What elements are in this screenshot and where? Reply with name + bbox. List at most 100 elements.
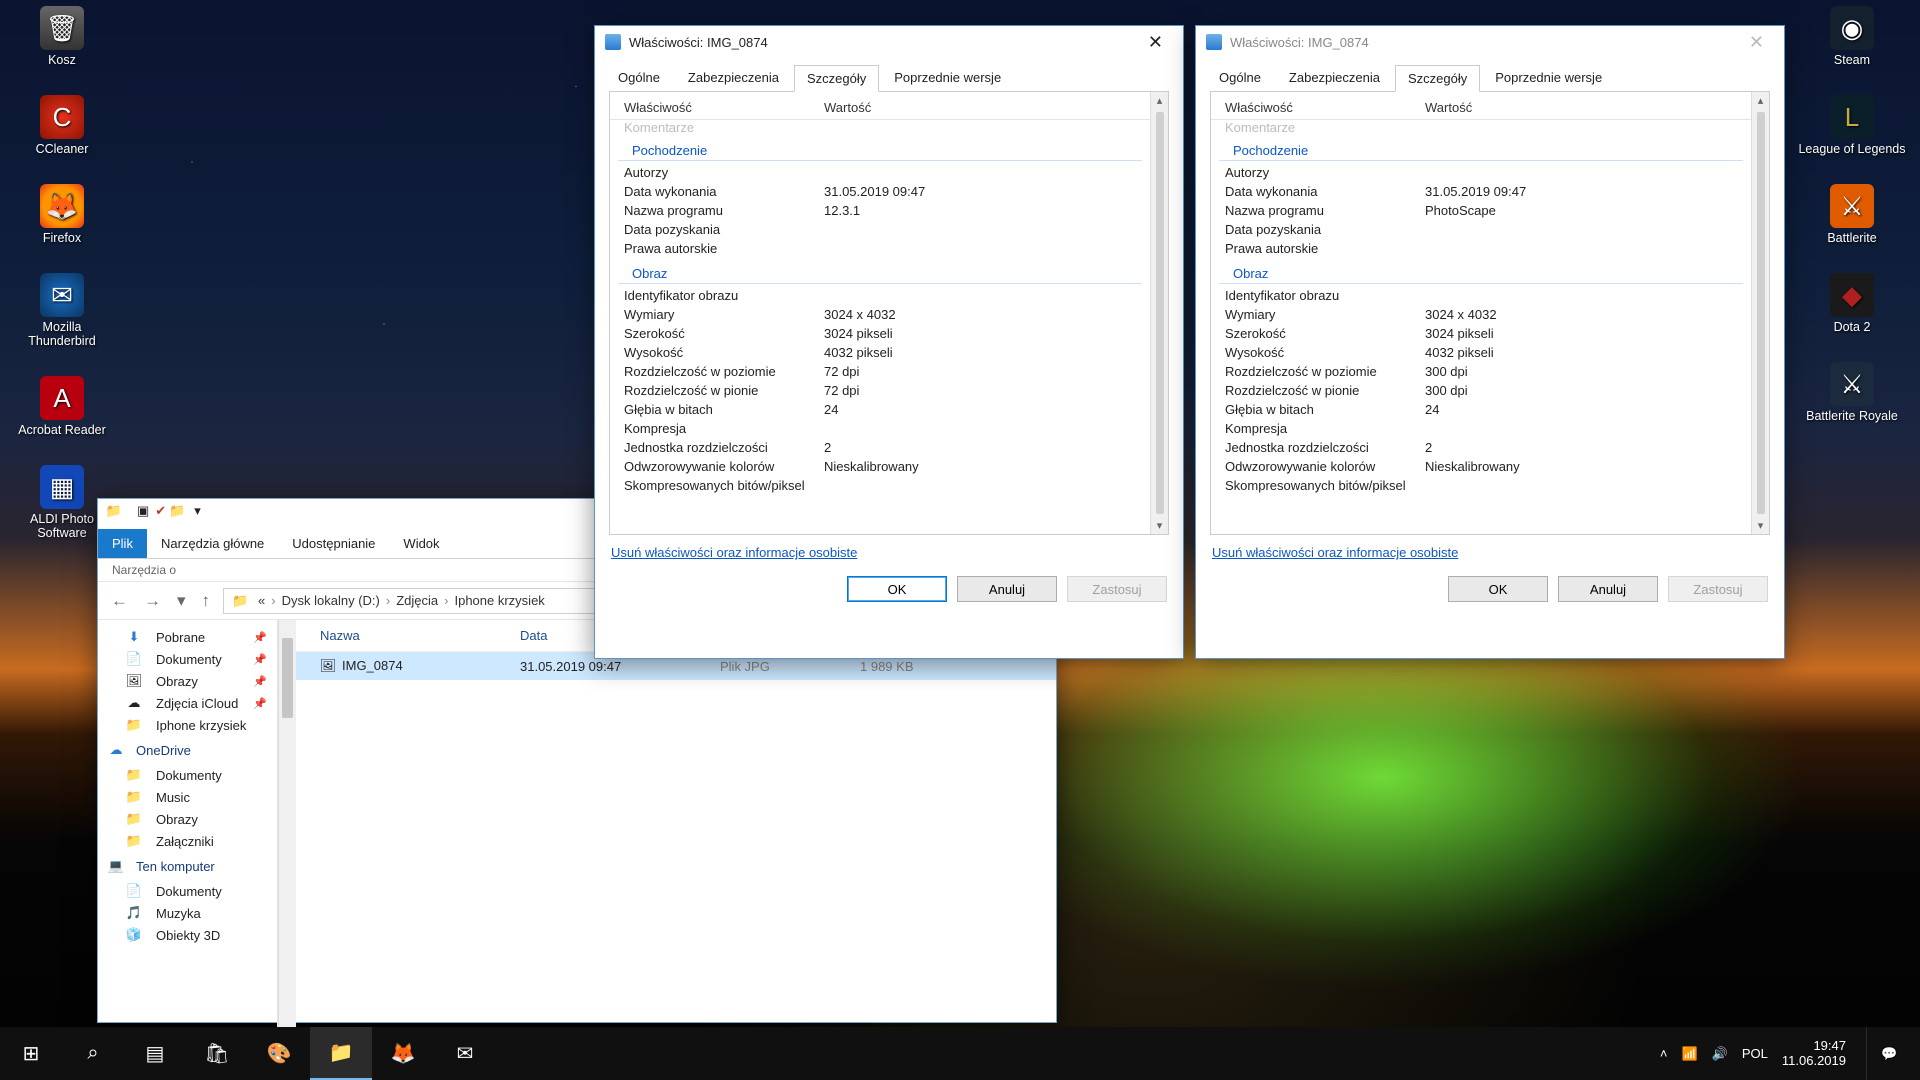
row-hres[interactable]: Rozdzielczość w poziomie300 dpi (1211, 362, 1751, 381)
nav-recent[interactable]: ▾ (174, 591, 189, 611)
row-image-id[interactable]: Identyfikator obrazu (1211, 286, 1751, 305)
cancel-button[interactable]: Anuluj (957, 576, 1057, 602)
quick-obrazy[interactable]: 🖼Obrazy📌 (98, 670, 277, 692)
row-copyright[interactable]: Prawa autorskie (610, 239, 1150, 258)
row-colormap[interactable]: Odwzorowywanie kolorówNieskalibrowany (1211, 457, 1751, 476)
tab-home[interactable]: Narzędzia główne (147, 529, 278, 558)
tab-share[interactable]: Udostępnianie (278, 529, 389, 558)
crumb[interactable]: Dysk lokalny (D:) (282, 593, 380, 608)
ok-button[interactable]: OK (1448, 576, 1548, 602)
close-icon[interactable]: ✕ (1739, 32, 1774, 53)
task-view-button[interactable]: ▤ (124, 1027, 186, 1080)
tab-security[interactable]: Zabezpieczenia (1276, 64, 1393, 91)
tab-security[interactable]: Zabezpieczenia (675, 64, 792, 91)
properties-scrollbar[interactable]: ▴▾ (1751, 92, 1769, 534)
pc-dokumenty[interactable]: 📄Dokumenty (98, 880, 277, 902)
taskbar-firefox[interactable]: 🦊 (372, 1027, 434, 1080)
row-acquired[interactable]: Data pozyskania (1211, 220, 1751, 239)
row-bitdepth[interactable]: Głębia w bitach24 (1211, 400, 1751, 419)
icon-lol[interactable]: LLeague of Legends (1796, 95, 1908, 156)
row-vres[interactable]: Rozdzielczość w pionie72 dpi (610, 381, 1150, 400)
nav-forward[interactable]: → (141, 591, 164, 611)
icon-battlerite-royale[interactable]: ⚔Battlerite Royale (1796, 362, 1908, 423)
row-copyright[interactable]: Prawa autorskie (1211, 239, 1751, 258)
sidebar-scrollbar[interactable] (278, 620, 296, 1045)
icon-trash[interactable]: 🗑Kosz (12, 6, 112, 67)
icon-dota2[interactable]: ◆Dota 2 (1796, 273, 1908, 334)
taskbar-store[interactable]: 🛍 (186, 1027, 248, 1080)
od-dokumenty[interactable]: 📁Dokumenty (98, 764, 277, 786)
tab-view[interactable]: Widok (389, 529, 453, 558)
tab-previous-versions[interactable]: Poprzednie wersje (881, 64, 1014, 91)
apply-button[interactable]: Zastosuj (1067, 576, 1167, 602)
apply-button[interactable]: Zastosuj (1668, 576, 1768, 602)
tab-details[interactable]: Szczegóły (794, 65, 879, 92)
search-button[interactable]: ⌕ (62, 1027, 124, 1080)
row-program[interactable]: Nazwa programu12.3.1 (610, 201, 1150, 220)
crumb[interactable]: « (258, 593, 265, 608)
close-icon[interactable]: ✕ (1138, 32, 1173, 53)
tab-general[interactable]: Ogólne (1206, 64, 1274, 91)
row-width[interactable]: Szerokość3024 pikseli (610, 324, 1150, 343)
row-dimensions[interactable]: Wymiary3024 x 4032 (1211, 305, 1751, 324)
row-bitspp[interactable]: Skompresowanych bitów/piksel (1211, 476, 1751, 495)
icon-steam[interactable]: ◉Steam (1796, 6, 1908, 67)
row-image-id[interactable]: Identyfikator obrazu (610, 286, 1150, 305)
quick-pobrane[interactable]: ⬇Pobrane📌 (98, 626, 277, 648)
row-width[interactable]: Szerokość3024 pikseli (1211, 324, 1751, 343)
row-acquired[interactable]: Data pozyskania (610, 220, 1150, 239)
tray-wifi-icon[interactable]: 📶 (1682, 1046, 1698, 1062)
row-colormap[interactable]: Odwzorowywanie kolorówNieskalibrowany (610, 457, 1150, 476)
row-bitspp[interactable]: Skompresowanych bitów/piksel (610, 476, 1150, 495)
icon-firefox[interactable]: 🦊Firefox (12, 184, 112, 245)
row-resunit[interactable]: Jednostka rozdzielczości2 (610, 438, 1150, 457)
col-name[interactable]: Nazwa (320, 628, 520, 643)
row-date-taken[interactable]: Data wykonania31.05.2019 09:47 (1211, 182, 1751, 201)
row-authors[interactable]: Autorzy (1211, 163, 1751, 182)
dialog-titlebar[interactable]: Właściwości: IMG_0874 ✕ (595, 26, 1183, 58)
od-zalaczniki[interactable]: 📁Załączniki (98, 830, 277, 852)
nav-back[interactable]: ← (108, 591, 131, 611)
pc-3d[interactable]: 🧊Obiekty 3D (98, 924, 277, 946)
tray-language[interactable]: POL (1742, 1046, 1768, 1061)
crumb[interactable]: Iphone krzysiek (454, 593, 544, 608)
row-hres[interactable]: Rozdzielczość w poziomie72 dpi (610, 362, 1150, 381)
this-pc-header[interactable]: 💻Ten komputer (98, 852, 277, 880)
quick-iphone[interactable]: 📁Iphone krzysiek (98, 714, 277, 736)
tab-previous-versions[interactable]: Poprzednie wersje (1482, 64, 1615, 91)
tab-details[interactable]: Szczegóły (1395, 65, 1480, 92)
row-height[interactable]: Wysokość4032 pikseli (1211, 343, 1751, 362)
start-button[interactable]: ⊞ (0, 1027, 62, 1080)
taskbar-mail[interactable]: ✉ (434, 1027, 496, 1080)
quick-access-toolbar[interactable]: ▣✔📁▾ (134, 503, 204, 519)
nav-up[interactable]: ↑ (199, 591, 214, 611)
od-music[interactable]: 📁Music (98, 786, 277, 808)
od-obrazy[interactable]: 📁Obrazy (98, 808, 277, 830)
crumb[interactable]: Zdjęcia (396, 593, 438, 608)
taskbar-file-explorer[interactable]: 📁 (310, 1027, 372, 1080)
tray-clock[interactable]: 19:47 11.06.2019 (1782, 1039, 1852, 1069)
remove-personal-info-link[interactable]: Usuń właściwości oraz informacje osobist… (595, 545, 1183, 560)
pc-muzyka[interactable]: 🎵Muzyka (98, 902, 277, 924)
icon-thunderbird[interactable]: ✉Mozilla Thunderbird (12, 273, 112, 348)
tray-volume-icon[interactable]: 🔊 (1712, 1046, 1728, 1062)
row-authors[interactable]: Autorzy (610, 163, 1150, 182)
remove-personal-info-link[interactable]: Usuń właściwości oraz informacje osobist… (1196, 545, 1784, 560)
icon-ccleaner[interactable]: CCCleaner (12, 95, 112, 156)
tray-chevron-icon[interactable]: ˄ (1660, 1046, 1668, 1061)
quick-dokumenty[interactable]: 📄Dokumenty📌 (98, 648, 277, 670)
row-compression[interactable]: Kompresja (1211, 419, 1751, 438)
dialog-titlebar[interactable]: Właściwości: IMG_0874 ✕ (1196, 26, 1784, 58)
icon-battlerite[interactable]: ⚔Battlerite (1796, 184, 1908, 245)
quick-icloud[interactable]: ☁Zdjęcia iCloud📌 (98, 692, 277, 714)
row-vres[interactable]: Rozdzielczość w pionie300 dpi (1211, 381, 1751, 400)
row-bitdepth[interactable]: Głębia w bitach24 (610, 400, 1150, 419)
row-resunit[interactable]: Jednostka rozdzielczości2 (1211, 438, 1751, 457)
row-compression[interactable]: Kompresja (610, 419, 1150, 438)
ok-button[interactable]: OK (847, 576, 947, 602)
row-height[interactable]: Wysokość4032 pikseli (610, 343, 1150, 362)
tab-general[interactable]: Ogólne (605, 64, 673, 91)
properties-scrollbar[interactable]: ▴▾ (1150, 92, 1168, 534)
row-dimensions[interactable]: Wymiary3024 x 4032 (610, 305, 1150, 324)
cancel-button[interactable]: Anuluj (1558, 576, 1658, 602)
